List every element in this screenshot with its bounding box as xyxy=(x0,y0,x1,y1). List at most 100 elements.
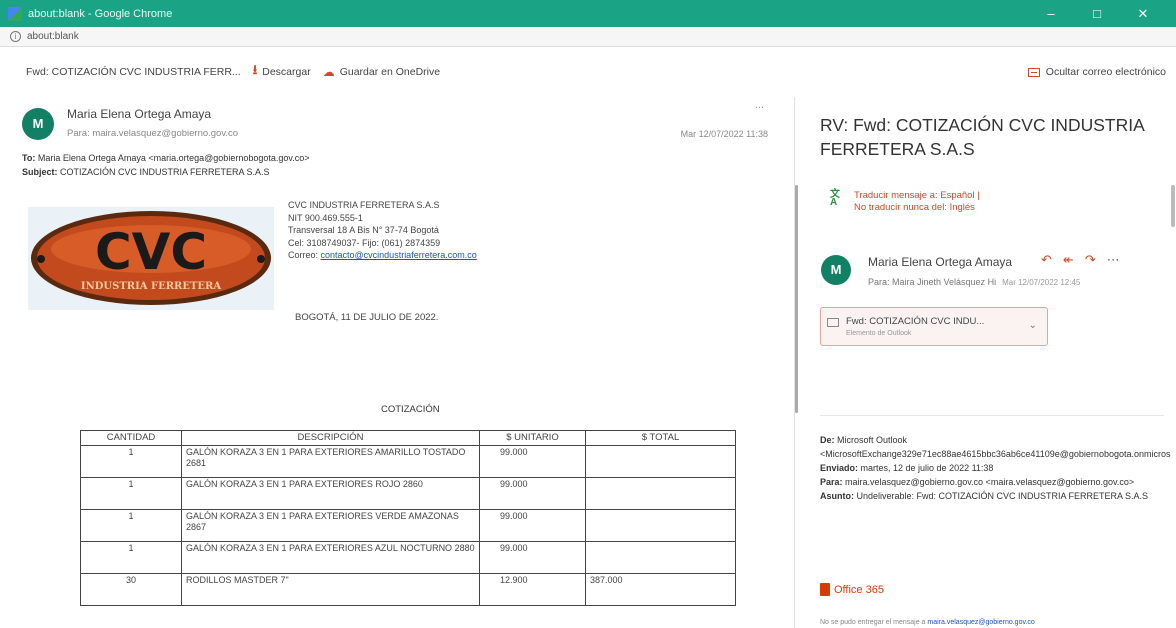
office-label: Office 365 xyxy=(834,583,884,596)
company-email-label: Correo: xyxy=(288,250,321,260)
chevron-down-icon[interactable]: ⌄ xyxy=(1029,320,1037,331)
title-bar: about:blank - Google Chrome – □ ✕ xyxy=(0,0,1176,27)
company-address: Transversal 18 A Bis N° 37-74 Bogotá xyxy=(288,225,439,235)
message-date: Mar 12/07/2022 11:38 xyxy=(680,129,768,139)
info-icon[interactable]: i xyxy=(10,31,21,42)
attachment-type: Elemento de Outlook xyxy=(846,330,912,337)
cell-qty: 30 xyxy=(80,573,182,606)
to-meta-label: To: xyxy=(22,153,36,163)
envelope-icon xyxy=(827,318,839,327)
fwd-sent: Enviado: martes, 12 de julio de 2022 11:… xyxy=(820,461,1166,475)
window-controls: – □ ✕ xyxy=(1028,0,1166,27)
more-actions-icon[interactable]: ⋯ xyxy=(1107,252,1131,267)
translate-bar: 文A Traducir mensaje a: Español | No trad… xyxy=(830,190,980,214)
reading-pane-sender: Maria Elena Ortega Amaya xyxy=(868,255,1013,269)
hide-email-label: Ocultar correo electrónico xyxy=(1045,66,1166,78)
quote-title: COTIZACIÓN xyxy=(381,404,440,415)
bounce-link[interactable]: maira.velasquez@gobierno.gov.co xyxy=(927,619,1034,626)
attachment-card[interactable]: Fwd: COTIZACIÓN CVC INDU... Elemento de … xyxy=(820,307,1048,346)
never-translate-link[interactable]: No traducir nunca del: Inglés xyxy=(854,202,980,214)
office-icon xyxy=(820,583,830,596)
fwd-sent-label: Enviado: xyxy=(820,463,859,473)
company-email-line: Correo: contacto@cvcindustriaferretera.c… xyxy=(288,249,477,262)
table-row: 1 GALÓN KORAZA 3 EN 1 PARA EXTERIORES VE… xyxy=(80,509,736,542)
header-total: $ TOTAL xyxy=(585,430,736,446)
cell-desc: GALÓN KORAZA 3 EN 1 PARA EXTERIORES VERD… xyxy=(181,509,480,542)
to-meta-value: Maria Elena Ortega Amaya <maria.ortega@g… xyxy=(35,153,310,163)
reply-all-icon[interactable]: ↞ xyxy=(1063,252,1085,267)
cell-qty: 1 xyxy=(80,541,182,574)
sender-name: Maria Elena Ortega Amaya xyxy=(67,107,212,121)
minimize-button[interactable]: – xyxy=(1028,6,1074,21)
forward-icon[interactable]: ↷ xyxy=(1085,252,1107,267)
hide-email-button[interactable]: Ocultar correo electrónico xyxy=(1027,66,1166,78)
maximize-button[interactable]: □ xyxy=(1074,6,1120,21)
table-row: 1 GALÓN KORAZA 3 EN 1 PARA EXTERIORES RO… xyxy=(80,477,736,510)
logo-main-text: CVC xyxy=(95,223,207,281)
address-bar[interactable]: i about:blank xyxy=(0,27,1176,47)
sender-avatar: M xyxy=(22,108,54,140)
forwarded-header: De: Microsoft Outlook <MicrosoftExchange… xyxy=(820,433,1171,503)
cell-qty: 1 xyxy=(80,445,182,478)
right-pane-scrollbar[interactable] xyxy=(1171,185,1175,227)
reading-pane-to: Para: Maira Jineth Velásquez Hi xyxy=(868,277,997,287)
cell-unit: 12.900 xyxy=(479,573,586,606)
more-options-icon[interactable]: ... xyxy=(755,99,764,111)
cell-total xyxy=(585,509,736,542)
fwd-from-value: Microsoft Outlook <MicrosoftExchange329e… xyxy=(820,435,1171,459)
save-onedrive-button[interactable]: ☁ Guardar en OneDrive xyxy=(323,65,440,79)
reading-pane-recipient: Para: Maira Jineth Velásquez Hi Mar 12/07… xyxy=(868,277,1080,287)
cell-desc: RODILLOS MASTDER 7" xyxy=(181,573,480,606)
cell-unit: 99.000 xyxy=(479,541,586,574)
cell-total: 387.000 xyxy=(585,573,736,606)
fwd-subject-label: Asunto: xyxy=(820,491,854,501)
fwd-subject-value: Undeliverable: Fwd: COTIZACIÓN CVC INDUS… xyxy=(854,491,1149,501)
cloud-icon: ☁ xyxy=(322,65,335,79)
company-nit: NIT 900.469.555-1 xyxy=(288,212,363,223)
message-actions: ↶↞↷⋯ xyxy=(1041,252,1131,268)
subject-meta-label: Subject: xyxy=(22,167,58,177)
company-info: CVC INDUSTRIA FERRETERA S.A.S NIT 900.46… xyxy=(288,199,477,262)
message-header: M Maria Elena Ortega Amaya Para: maira.v… xyxy=(0,97,790,152)
translate-link[interactable]: Traducir mensaje a: Español | xyxy=(854,190,980,202)
reading-pane-message-header: M Maria Elena Ortega Amaya ↶↞↷⋯ Para: Ma… xyxy=(805,247,1171,297)
reading-pane-subject: RV: Fwd: COTIZACIÓN CVC INDUSTRIA FERRET… xyxy=(820,115,1144,159)
to-meta: To: Maria Elena Ortega Amaya <maria.orte… xyxy=(22,153,309,163)
fwd-to-label: Para: xyxy=(820,477,843,487)
translate-links: Traducir mensaje a: Español | No traduci… xyxy=(854,190,980,214)
cell-desc: GALÓN KORAZA 3 EN 1 PARA EXTERIORES AMAR… xyxy=(181,445,480,478)
table-row: 1 GALÓN KORAZA 3 EN 1 PARA EXTERIORES AM… xyxy=(80,445,736,478)
address-url[interactable]: about:blank xyxy=(27,31,79,42)
cell-unit: 99.000 xyxy=(479,445,586,478)
attachment-name: Fwd: COTIZACIÓN CVC INDU... xyxy=(846,316,985,327)
fwd-from-label: De: xyxy=(820,435,835,445)
reply-icon[interactable]: ↶ xyxy=(1041,252,1063,267)
header-description: DESCRIPCIÓN xyxy=(181,430,480,446)
close-button[interactable]: ✕ xyxy=(1120,6,1166,22)
recipient-line: Para: maira.velasquez@gobierno.gov.co xyxy=(67,128,239,139)
message-toolbar: Fwd: COTIZACIÓN CVC INDUSTRIA FERR... ⭳ … xyxy=(0,47,1176,97)
table-row: 30 RODILLOS MASTDER 7" 12.900 387.000 xyxy=(80,573,736,606)
download-label: Descargar xyxy=(262,66,311,78)
download-icon: ⭳ xyxy=(252,62,258,77)
reading-pane-avatar: M xyxy=(821,255,851,285)
fwd-sent-value: martes, 12 de julio de 2022 11:38 xyxy=(858,463,994,473)
company-email-link[interactable]: contacto@cvcindustriaferretera.com.co xyxy=(321,250,477,260)
cell-qty: 1 xyxy=(80,509,182,542)
cell-total xyxy=(585,445,736,478)
cell-total xyxy=(585,477,736,510)
table-row: 1 GALÓN KORAZA 3 EN 1 PARA EXTERIORES AZ… xyxy=(80,541,736,574)
download-button[interactable]: ⭳ Descargar xyxy=(253,61,311,83)
cell-desc: GALÓN KORAZA 3 EN 1 PARA EXTERIORES ROJO… xyxy=(181,477,480,510)
fwd-to: Para: maira.velasquez@gobierno.gov.co <m… xyxy=(820,475,1166,489)
bounce-notice: No se pudo entregar el mensaje a maira.v… xyxy=(820,619,1035,626)
logo-sub-text: INDUSTRIA FERRETERA xyxy=(81,281,221,292)
left-pane-scrollbar[interactable] xyxy=(795,185,798,413)
header-quantity: CANTIDAD xyxy=(80,430,182,446)
window-title: about:blank - Google Chrome xyxy=(28,7,173,20)
cell-desc: GALÓN KORAZA 3 EN 1 PARA EXTERIORES AZUL… xyxy=(181,541,480,574)
fwd-from: De: Microsoft Outlook <MicrosoftExchange… xyxy=(820,433,1171,461)
company-phones: Cel: 3108749037- Fijo: (061) 2874359 xyxy=(288,237,441,248)
separator xyxy=(820,415,1164,416)
cell-total xyxy=(585,541,736,574)
